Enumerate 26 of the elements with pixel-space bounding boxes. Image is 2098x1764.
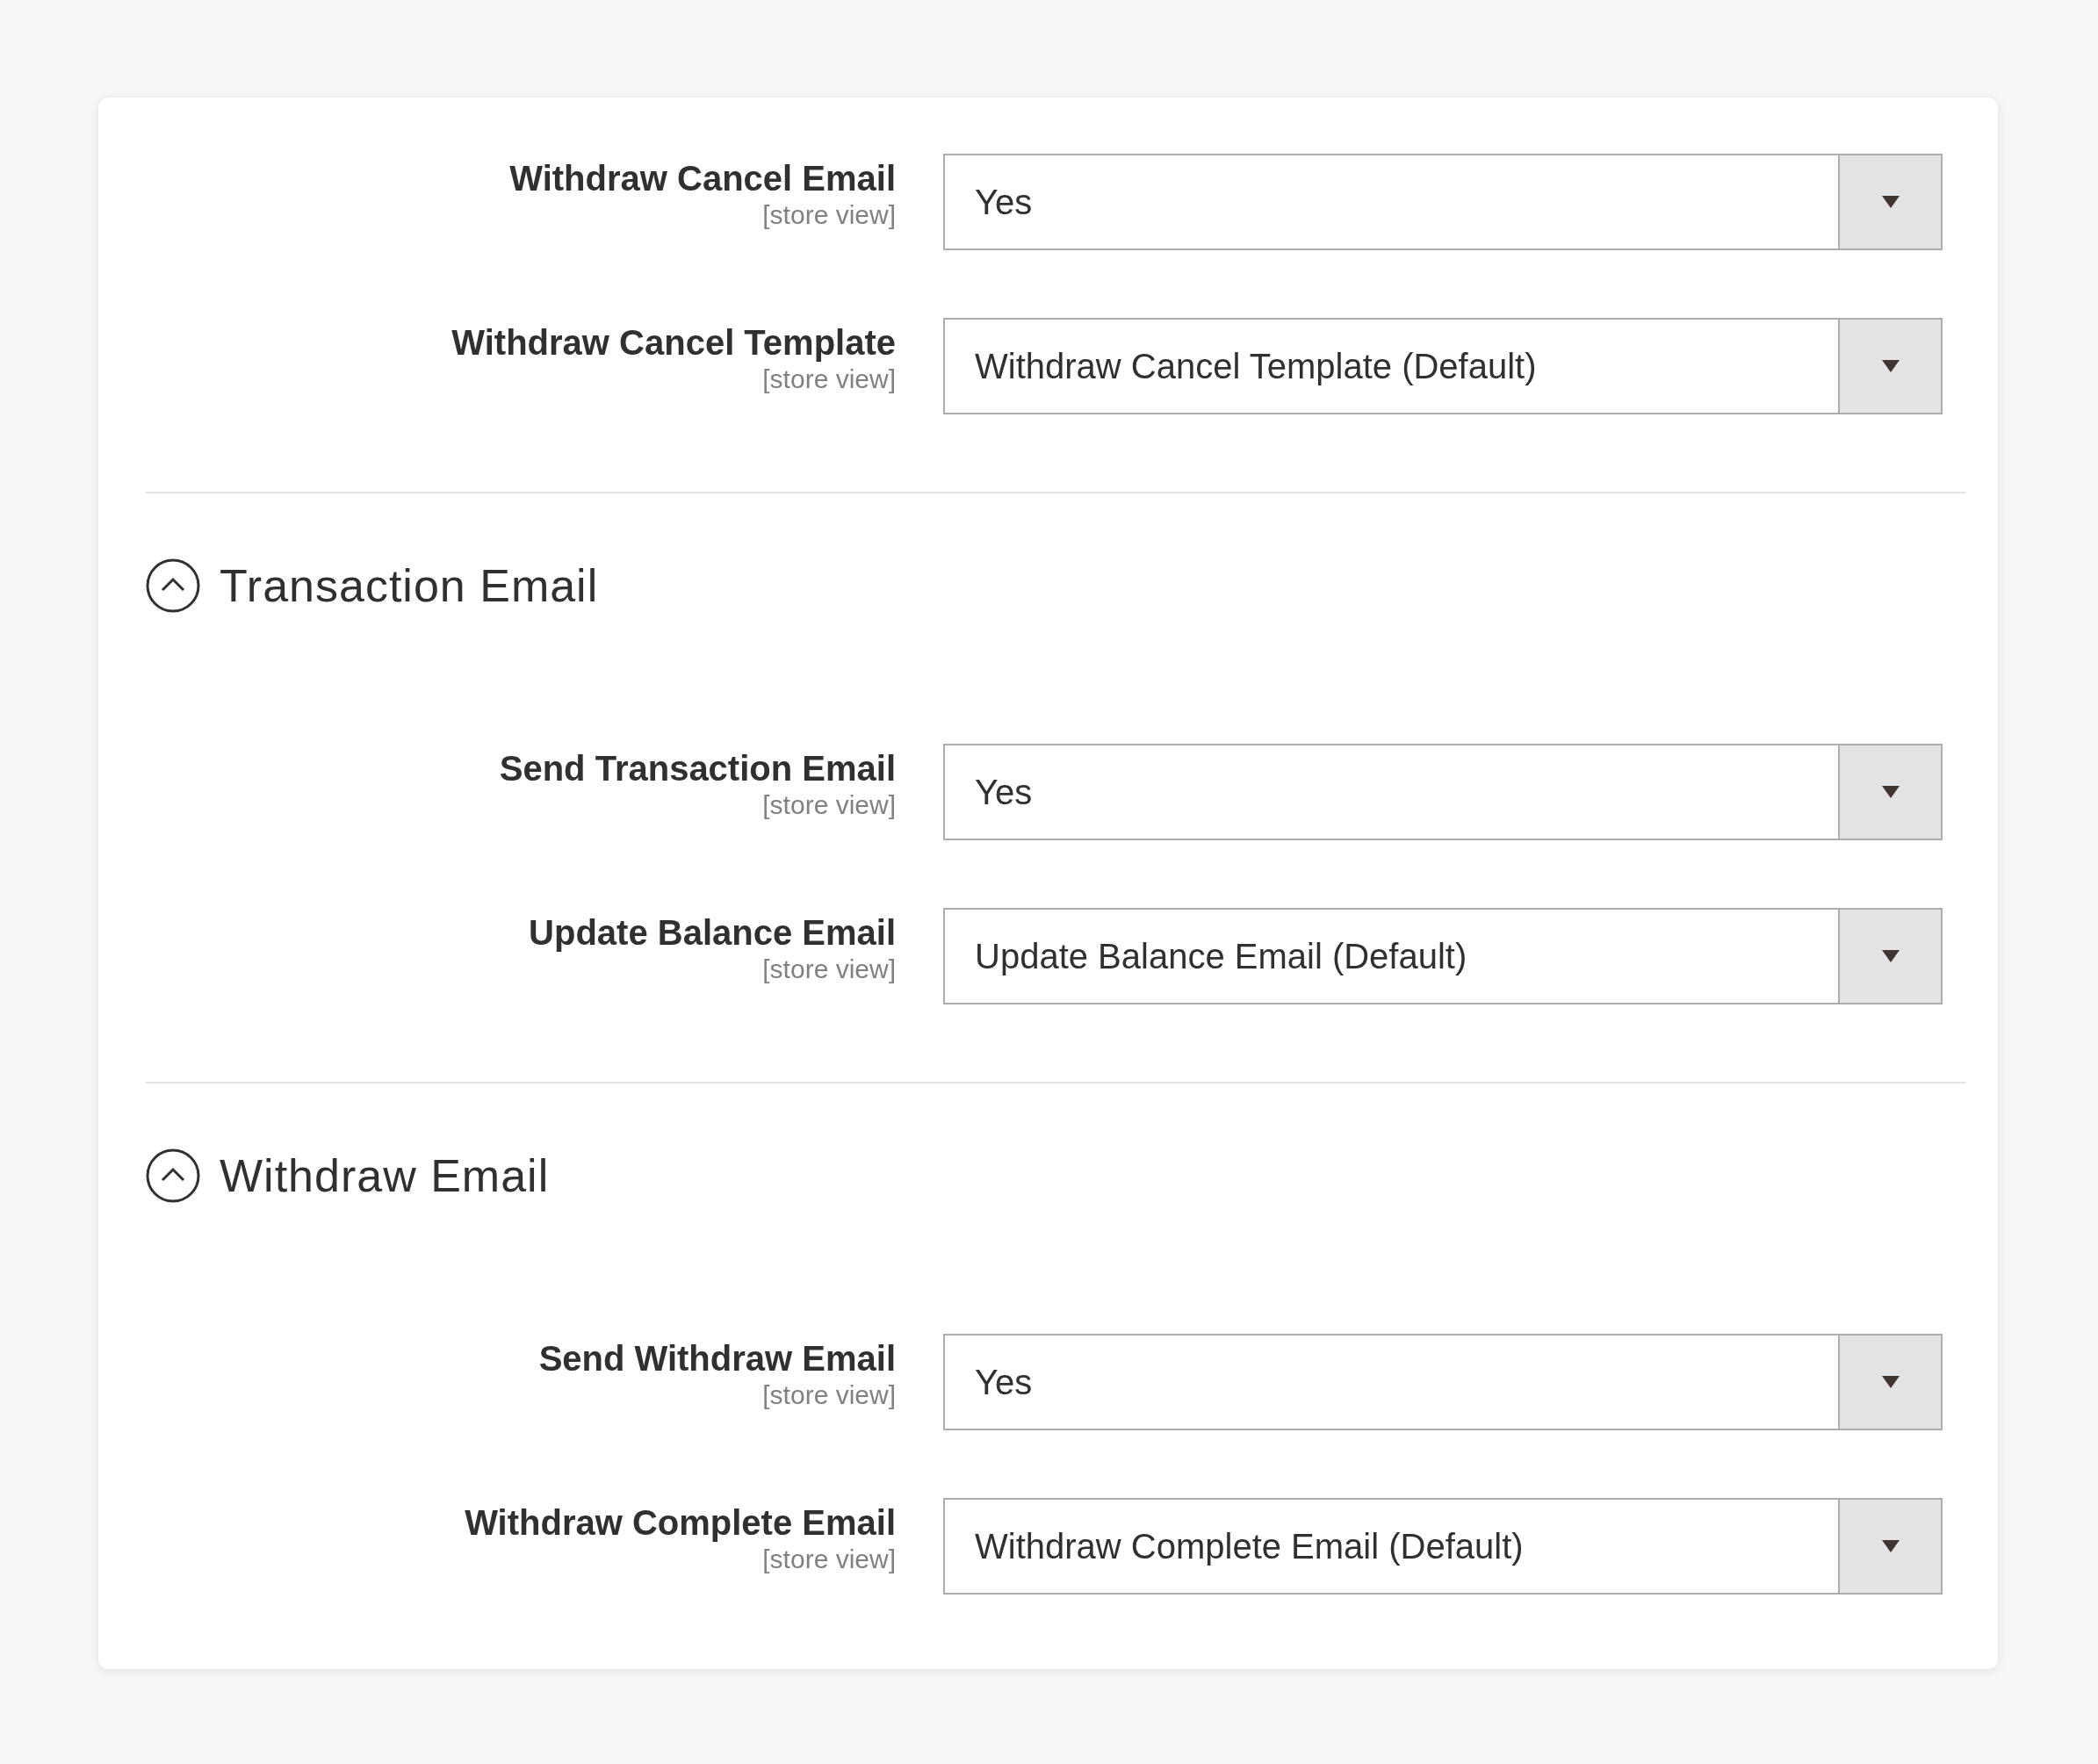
field-label: Withdraw Cancel Email xyxy=(509,158,896,199)
select-dropdown[interactable]: Withdraw Complete Email (Default) xyxy=(943,1498,1943,1595)
caret-down-icon xyxy=(1881,196,1900,208)
scope-label: [store view] xyxy=(762,789,896,821)
scope-label: [store view] xyxy=(762,199,896,231)
field-label: Send Withdraw Email xyxy=(538,1338,896,1379)
select-dropdown[interactable]: Yes xyxy=(943,1334,1943,1430)
scope-label: [store view] xyxy=(762,1544,896,1575)
scope-label: [store view] xyxy=(762,954,896,985)
field-label: Send Transaction Email xyxy=(499,748,896,789)
select-dropdown[interactable]: Update Balance Email (Default) xyxy=(943,908,1943,1004)
field-label: Update Balance Email xyxy=(529,912,896,954)
field-label: Withdraw Complete Email xyxy=(465,1502,896,1544)
caret-down-icon xyxy=(1881,950,1900,962)
caret-down-icon xyxy=(1881,786,1900,798)
select-dropdown[interactable]: Withdraw Cancel Template (Default) xyxy=(943,318,1943,414)
select-dropdown[interactable]: Yes xyxy=(943,744,1943,840)
caret-down-icon xyxy=(1881,360,1900,372)
scope-label: [store view] xyxy=(762,1379,896,1411)
scope-label: [store view] xyxy=(762,364,896,395)
caret-down-icon xyxy=(1881,1376,1900,1388)
select-dropdown[interactable]: Yes xyxy=(943,154,1943,250)
section-header[interactable]: Withdraw Email xyxy=(146,1149,1966,1202)
caret-down-icon xyxy=(1881,1540,1900,1552)
field-label: Withdraw Cancel Template xyxy=(451,322,896,364)
section-header[interactable]: Transaction Email xyxy=(146,559,1966,612)
